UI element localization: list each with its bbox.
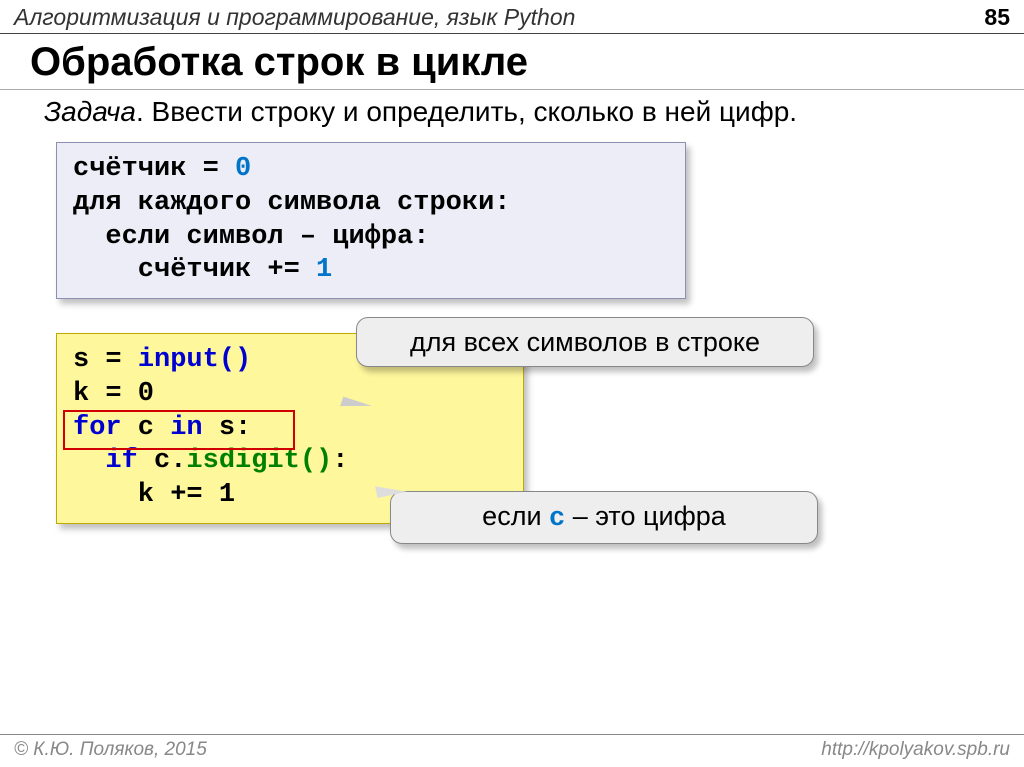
callout-bottom-code: c xyxy=(549,504,565,534)
code-l3a: for xyxy=(73,413,122,443)
task-text: . Ввести строку и определить, сколько в … xyxy=(136,96,797,127)
task-statement: Задача. Ввести строку и определить, скол… xyxy=(0,90,1024,136)
pseudo-line-1a: счётчик = xyxy=(73,154,235,184)
code-l3d: s: xyxy=(203,413,252,443)
code-l3b: c xyxy=(122,413,171,443)
footer-url: http://kpolyakov.spb.ru xyxy=(821,739,1010,761)
footer-bar: © К.Ю. Поляков, 2015 http://kpolyakov.sp… xyxy=(0,734,1024,767)
code-l1b: input() xyxy=(138,345,251,375)
callout-bottom-pre: если xyxy=(482,501,549,531)
code-l3c: in xyxy=(170,413,202,443)
page-number: 85 xyxy=(984,4,1010,31)
pseudo-line-3: если символ – цифра: xyxy=(73,221,669,255)
task-label: Задача xyxy=(44,96,136,127)
pseudo-line-2: для каждого символа строки: xyxy=(73,187,669,221)
pseudo-line-4b: 1 xyxy=(316,255,332,285)
pseudo-line-4a: счётчик += xyxy=(73,255,316,285)
code-l2: k = 0 xyxy=(73,378,507,412)
code-l4d: : xyxy=(332,446,348,476)
page-title: Обработка строк в цикле xyxy=(0,34,1024,90)
chapter-title: Алгоритмизация и программирование, язык … xyxy=(14,4,575,31)
header-bar: Алгоритмизация и программирование, язык … xyxy=(0,0,1024,34)
code-l4b: c. xyxy=(138,446,187,476)
callout-for-loop: для всех символов в строке xyxy=(356,317,814,367)
callout-top-text: для всех символов в строке xyxy=(410,327,760,357)
copyright: © К.Ю. Поляков, 2015 xyxy=(14,739,207,761)
code-l4a: if xyxy=(73,446,138,476)
callout-isdigit: если c – это цифра xyxy=(390,491,818,544)
code-l1a: s = xyxy=(73,345,138,375)
code-l4c: isdigit() xyxy=(186,446,332,476)
pseudocode-block: счётчик = 0 для каждого символа строки: … xyxy=(56,142,686,299)
callout-bottom-post: – это цифра xyxy=(565,501,726,531)
pseudo-line-1b: 0 xyxy=(235,154,251,184)
